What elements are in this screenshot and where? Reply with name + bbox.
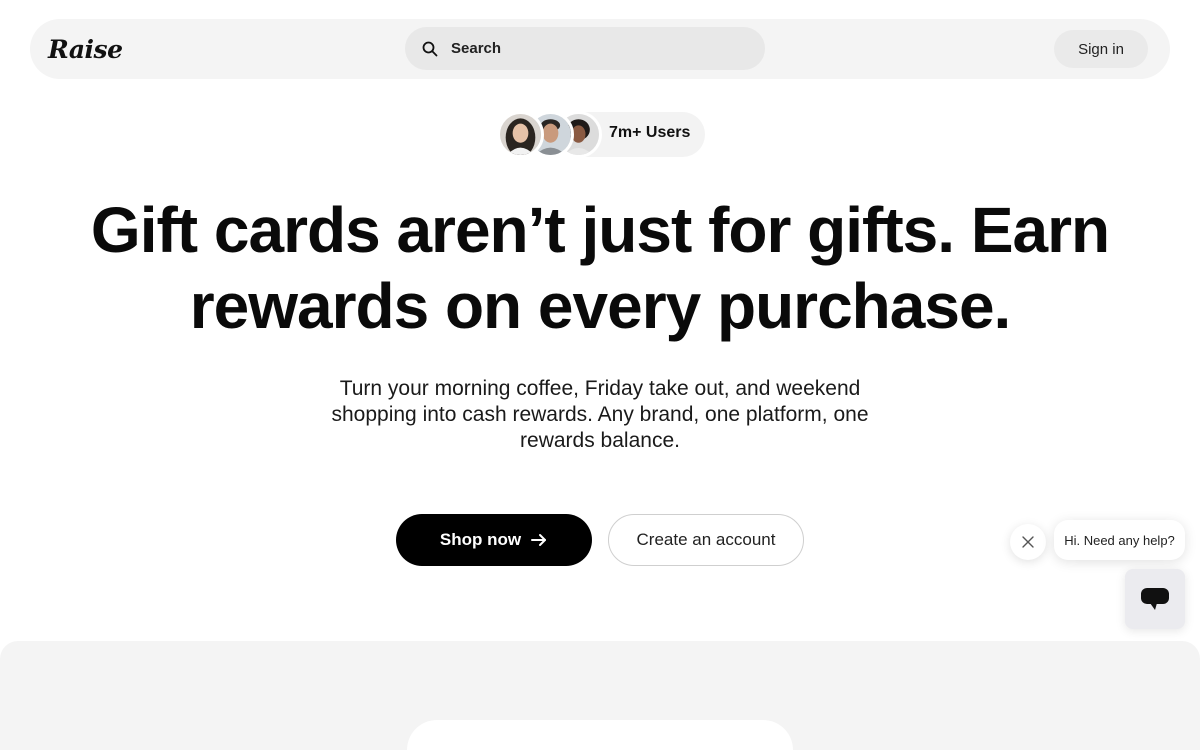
shop-now-label: Shop now: [439, 530, 522, 549]
arrow-right-icon: [531, 534, 547, 546]
avatar: [497, 111, 544, 158]
users-count-label: 7m+ Users: [609, 124, 691, 141]
search-label: Search: [451, 40, 502, 57]
search-bar[interactable]: Search: [405, 27, 765, 70]
hero-subtitle: Turn your morning coffee, Friday take ou…: [331, 377, 869, 452]
lower-section: [0, 641, 1200, 750]
users-social-proof: 7m+ Users: [497, 111, 705, 158]
help-message-bubble[interactable]: Hi. Need any help?: [1054, 520, 1185, 560]
create-account-button[interactable]: Create an account: [608, 514, 804, 566]
logo[interactable]: Raise: [48, 32, 123, 66]
help-close-button[interactable]: [1010, 524, 1046, 560]
sign-in-button[interactable]: Sign in: [1054, 30, 1148, 68]
lower-card: [407, 720, 793, 750]
search-icon: [422, 41, 438, 56]
page: Raise Search Sign in 7m+ Users Gift card…: [0, 0, 1200, 750]
chat-icon: [1141, 588, 1169, 610]
top-nav: Raise Search Sign in: [30, 19, 1170, 79]
shop-now-button[interactable]: Shop now: [396, 514, 592, 566]
close-icon: [1022, 536, 1034, 548]
chat-launcher-button[interactable]: [1125, 569, 1185, 629]
hero-title: Gift cards aren’t just for gifts. Earn r…: [90, 194, 1110, 342]
